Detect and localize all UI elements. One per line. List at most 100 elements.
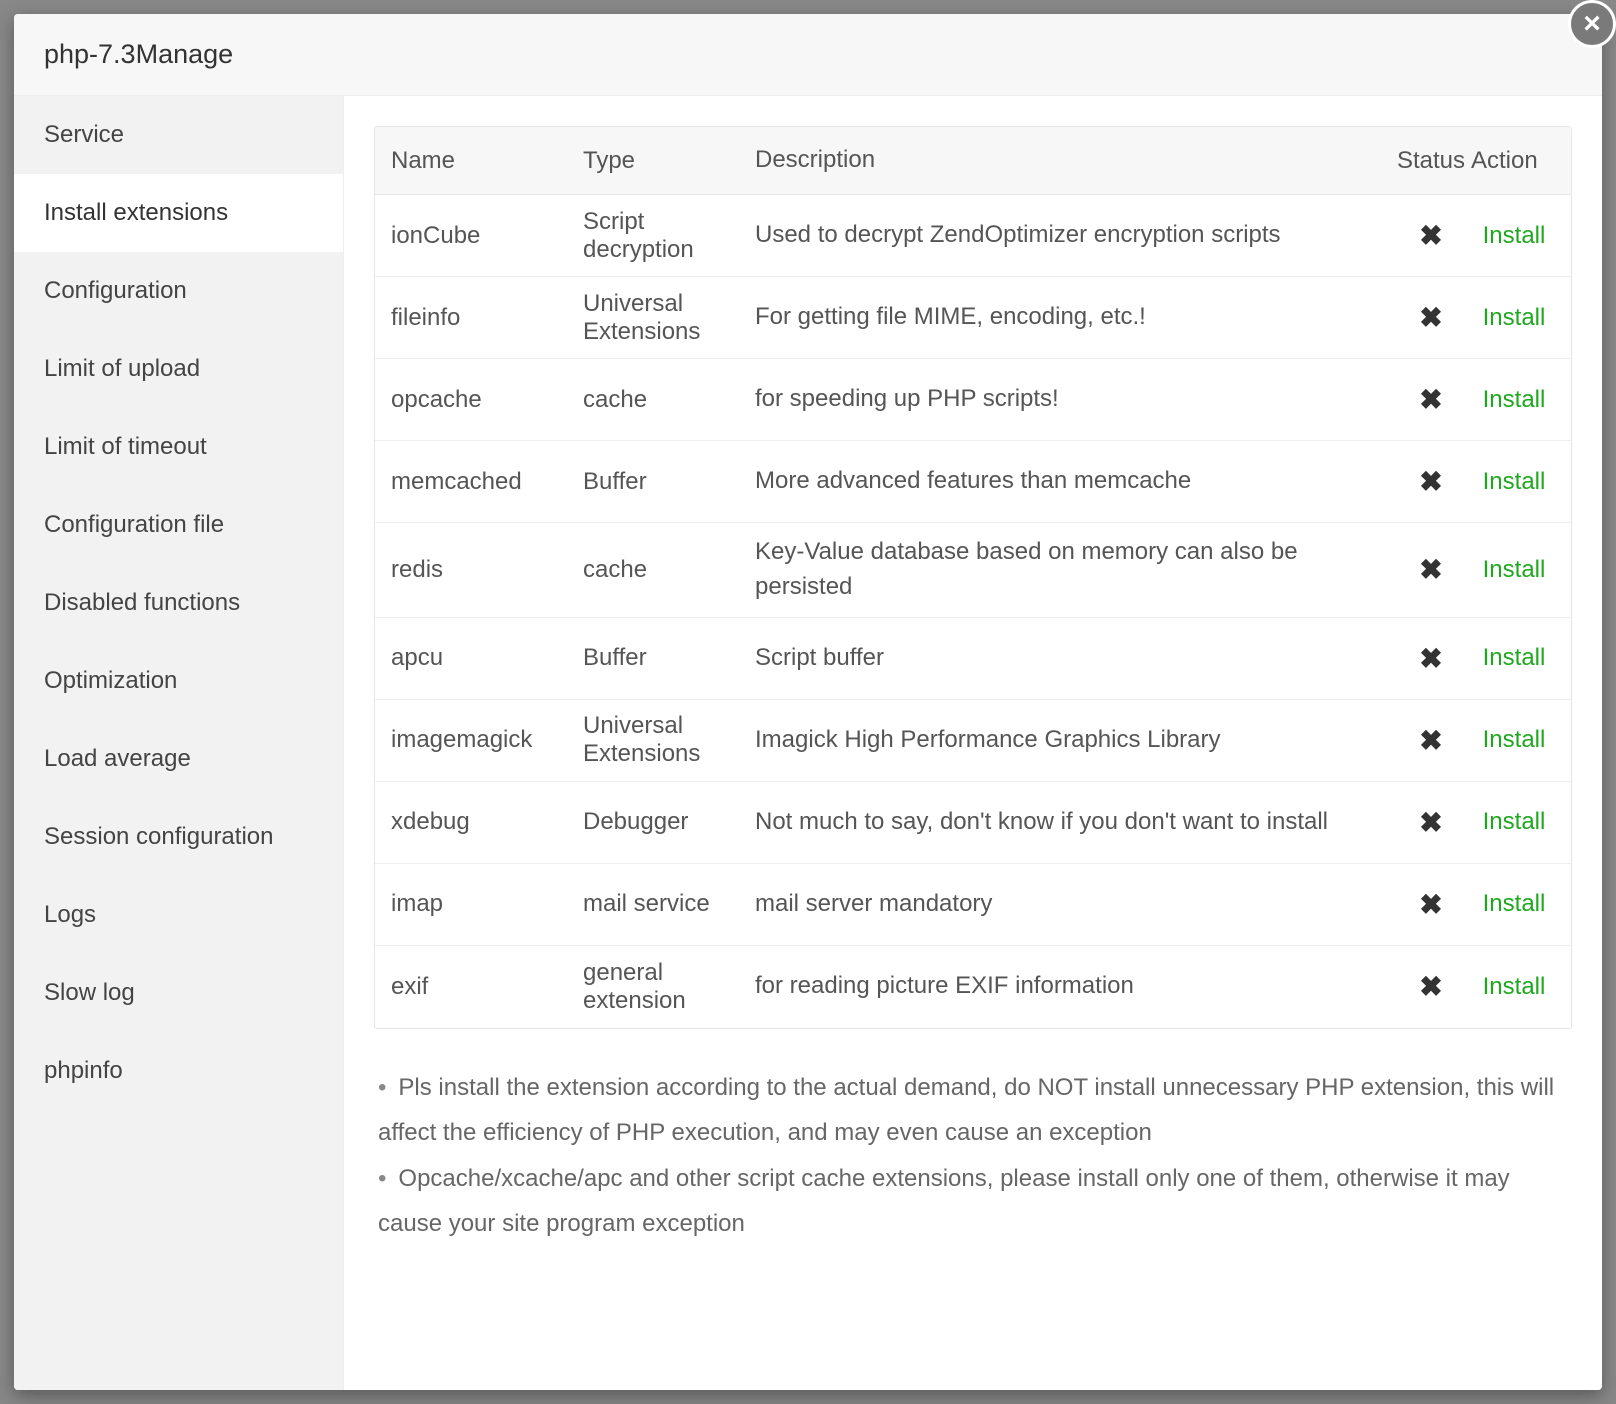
not-installed-icon: ✖ <box>1419 725 1442 756</box>
sidebar-item-label: Logs <box>44 901 96 929</box>
col-header-status: Status <box>1391 147 1471 175</box>
note-item: Opcache/xcache/apc and other script cach… <box>378 1156 1568 1247</box>
cell-description: Key-Value database based on memory can a… <box>745 535 1391 605</box>
not-installed-icon: ✖ <box>1419 971 1442 1002</box>
main-panel: Name Type Description Status Action ionC… <box>344 96 1602 1390</box>
cell-name: imagemagick <box>375 726 575 754</box>
not-installed-icon: ✖ <box>1419 384 1442 415</box>
cell-name: apcu <box>375 644 575 672</box>
sidebar-item-label: Disabled functions <box>44 589 240 617</box>
close-button[interactable]: × <box>1568 0 1616 48</box>
table-body[interactable]: ionCubeScript decryptionUsed to decrypt … <box>375 195 1571 1028</box>
cell-status: ✖ <box>1391 970 1471 1003</box>
cell-type: Debugger <box>575 808 745 836</box>
sidebar-item-configuration[interactable]: Configuration <box>14 252 343 330</box>
table-row: apcuBufferScript buffer✖ Install <box>375 618 1571 700</box>
col-header-desc: Description <box>745 143 1391 178</box>
cell-status: ✖ <box>1391 383 1471 416</box>
cell-status: ✖ <box>1391 553 1471 586</box>
cell-description: For getting file MIME, encoding, etc.! <box>745 300 1391 335</box>
cell-name: xdebug <box>375 808 575 836</box>
not-installed-icon: ✖ <box>1419 302 1442 333</box>
table-row: xdebugDebuggerNot much to say, don't kno… <box>375 782 1571 864</box>
sidebar-item-phpinfo[interactable]: phpinfo <box>14 1032 343 1110</box>
cell-action: Install <box>1471 726 1571 754</box>
cell-description: Imagick High Performance Graphics Librar… <box>745 723 1391 758</box>
cell-action: Install <box>1471 644 1571 672</box>
cell-name: fileinfo <box>375 304 575 332</box>
modal-title: php-7.3Manage <box>14 14 1602 96</box>
modal-title-text: php-7.3Manage <box>44 39 233 70</box>
not-installed-icon: ✖ <box>1419 889 1442 920</box>
cell-name: imap <box>375 890 575 918</box>
cell-name: redis <box>375 556 575 584</box>
table-row: opcachecachefor speeding up PHP scripts!… <box>375 359 1571 441</box>
table-row: exifgeneral extensionfor reading picture… <box>375 946 1571 1028</box>
cell-action: Install <box>1471 222 1571 250</box>
cell-action: Install <box>1471 304 1571 332</box>
cell-name: exif <box>375 973 575 1001</box>
table-row: ionCubeScript decryptionUsed to decrypt … <box>375 195 1571 277</box>
install-button[interactable]: Install <box>1483 726 1546 753</box>
sidebar-item-service[interactable]: Service <box>14 96 343 174</box>
sidebar-item-label: Load average <box>44 745 191 773</box>
col-header-name: Name <box>375 147 575 175</box>
cell-action: Install <box>1471 468 1571 496</box>
cell-status: ✖ <box>1391 642 1471 675</box>
cell-description: More advanced features than memcache <box>745 464 1391 499</box>
cell-status: ✖ <box>1391 219 1471 252</box>
sidebar-item-slow-log[interactable]: Slow log <box>14 954 343 1032</box>
install-button[interactable]: Install <box>1483 386 1546 413</box>
table-row: imapmail servicemail server mandatory✖In… <box>375 864 1571 946</box>
sidebar: ServiceInstall extensions Configuration Li… <box>14 96 344 1390</box>
table-header-row: Name Type Description Status Action <box>375 127 1571 195</box>
sidebar-item-optimization[interactable]: Optimization <box>14 642 343 720</box>
sidebar-item-limit-of-upload[interactable]: Limit of upload <box>14 330 343 408</box>
cell-type: Buffer <box>575 468 745 496</box>
sidebar-item-label: Optimization <box>44 667 177 695</box>
install-button[interactable]: Install <box>1483 556 1546 583</box>
sidebar-item-label: Configuration file <box>44 511 224 539</box>
sidebar-item-load-average[interactable]: Load average <box>14 720 343 798</box>
notes-section: Pls install the extension according to t… <box>374 1029 1572 1257</box>
install-button[interactable]: Install <box>1483 468 1546 495</box>
cell-type: Universal Extensions <box>575 290 745 346</box>
install-button[interactable]: Install <box>1483 808 1546 835</box>
install-button[interactable]: Install <box>1483 890 1546 917</box>
table-row: fileinfoUniversal ExtensionsFor getting … <box>375 277 1571 359</box>
cell-status: ✖ <box>1391 724 1471 757</box>
cell-type: Script decryption <box>575 208 745 264</box>
cell-name: memcached <box>375 468 575 496</box>
sidebar-item-session-configuration[interactable]: Session configuration <box>14 798 343 876</box>
not-installed-icon: ✖ <box>1419 554 1442 585</box>
table-row: rediscacheKey-Value database based on me… <box>375 523 1571 618</box>
cell-description: Not much to say, don't know if you don't… <box>745 805 1391 840</box>
cell-type: Buffer <box>575 644 745 672</box>
cell-description: mail server mandatory <box>745 887 1391 922</box>
sidebar-item-logs[interactable]: Logs <box>14 876 343 954</box>
table-row: imagemagickUniversal ExtensionsImagick H… <box>375 700 1571 782</box>
sidebar-item-limit-of-timeout[interactable]: Limit of timeout <box>14 408 343 486</box>
not-installed-icon: ✖ <box>1419 220 1442 251</box>
cell-description: Script buffer <box>745 641 1391 676</box>
sidebar-item-label: Limit of upload <box>44 355 200 383</box>
sidebar-item-install-extensions[interactable]: Install extensions <box>14 174 343 252</box>
cell-description: for speeding up PHP scripts! <box>745 382 1391 417</box>
install-button[interactable]: Install <box>1483 222 1546 249</box>
sidebar-item-disabled-functions[interactable]: Disabled functions <box>14 564 343 642</box>
not-installed-icon: ✖ <box>1419 807 1442 838</box>
cell-type: cache <box>575 556 745 584</box>
sidebar-item-configuration-file[interactable]: Configuration file <box>14 486 343 564</box>
install-button[interactable]: Install <box>1483 644 1546 671</box>
close-icon: × <box>1583 7 1601 41</box>
install-button[interactable]: Install <box>1483 304 1546 331</box>
install-button[interactable]: Install <box>1483 973 1546 1000</box>
cell-action: Install <box>1471 386 1571 414</box>
note-item: Pls install the extension according to t… <box>378 1065 1568 1156</box>
table-row: memcachedBufferMore advanced features th… <box>375 441 1571 523</box>
sidebar-item-label: Configuration <box>44 277 187 305</box>
cell-status: ✖ <box>1391 465 1471 498</box>
cell-action: Install <box>1471 973 1571 1001</box>
cell-type: cache <box>575 386 745 414</box>
cell-action: Install <box>1471 808 1571 836</box>
